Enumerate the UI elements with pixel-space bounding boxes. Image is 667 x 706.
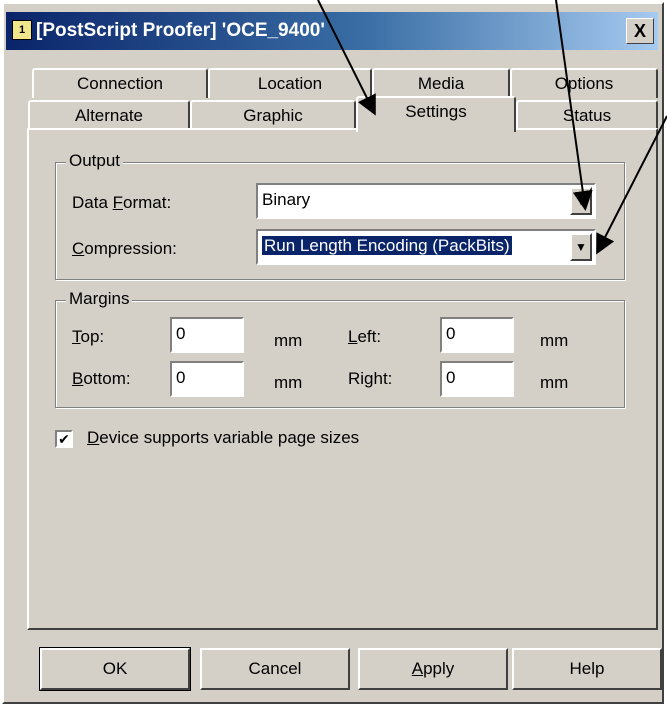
bottom-label: Bottom: <box>72 369 131 388</box>
tab-media[interactable]: Media <box>372 68 510 98</box>
bottom-unit: mm <box>274 373 303 392</box>
tab-label: Media <box>417 74 465 93</box>
cancel-button[interactable]: Cancel <box>200 648 350 690</box>
tab-alternate[interactable]: Alternate <box>28 100 190 130</box>
tab-status[interactable]: Status <box>516 100 658 130</box>
tab-graphic[interactable]: Graphic <box>190 100 356 130</box>
variable-page-sizes-label[interactable]: Device supports variable page sizes <box>87 428 359 448</box>
variable-page-sizes-checkbox[interactable]: ✔ <box>55 430 73 448</box>
compression-label: Compression: <box>72 239 177 258</box>
tab-connection[interactable]: Connection <box>32 68 208 98</box>
right-unit: mm <box>540 373 569 392</box>
margins-legend: Margins <box>66 289 133 309</box>
data-format-value: Binary <box>262 190 311 209</box>
tab-location[interactable]: Location <box>208 68 372 98</box>
tab-label: Status <box>562 106 612 125</box>
bottom-margin-input[interactable]: 0 <box>170 361 244 397</box>
settings-panel: Output Data Format: Binary ▼ Compression… <box>27 128 658 630</box>
close-button[interactable]: X <box>626 18 654 44</box>
data-format-select[interactable]: Binary ▼ <box>256 183 596 219</box>
tab-label: Alternate <box>74 106 144 125</box>
window-title: [PostScript Proofer] 'OCE_9400' <box>36 20 325 41</box>
output-legend: Output <box>66 151 124 171</box>
tab-settings[interactable]: Settings <box>356 96 516 132</box>
tab-label: Graphic <box>243 106 303 125</box>
chevron-down-icon[interactable]: ▼ <box>570 187 592 215</box>
chevron-down-icon[interactable]: ▼ <box>570 233 592 261</box>
printer-icon: 1 <box>12 20 32 40</box>
title-bar[interactable]: 1 [PostScript Proofer] 'OCE_9400' X <box>6 12 658 50</box>
top-unit: mm <box>274 331 303 350</box>
compression-value: Run Length Encoding (PackBits) <box>262 236 512 255</box>
tab-label: Options <box>554 74 614 93</box>
output-group: Output Data Format: Binary ▼ Compression… <box>55 151 625 280</box>
tab-label: Location <box>257 74 323 93</box>
left-unit: mm <box>540 331 569 350</box>
right-margin-input[interactable]: 0 <box>440 361 514 397</box>
help-button[interactable]: Help <box>512 648 662 690</box>
tab-options[interactable]: Options <box>510 68 658 98</box>
top-label: Top: <box>72 327 105 346</box>
tab-label: Settings <box>405 102 467 121</box>
tab-label: Connection <box>76 74 163 93</box>
ok-button[interactable]: OK <box>39 647 191 691</box>
top-margin-input[interactable]: 0 <box>170 317 244 353</box>
data-format-label: Data Format: <box>72 193 172 212</box>
compression-select[interactable]: Run Length Encoding (PackBits) ▼ <box>256 229 596 265</box>
apply-button[interactable]: Apply <box>358 648 508 690</box>
right-label: Right: <box>348 369 393 388</box>
left-margin-input[interactable]: 0 <box>440 317 514 353</box>
left-label: Left: <box>348 327 382 346</box>
margins-group: Margins Top: 0 mm Left: 0 mm Bottom: 0 m… <box>55 289 625 408</box>
